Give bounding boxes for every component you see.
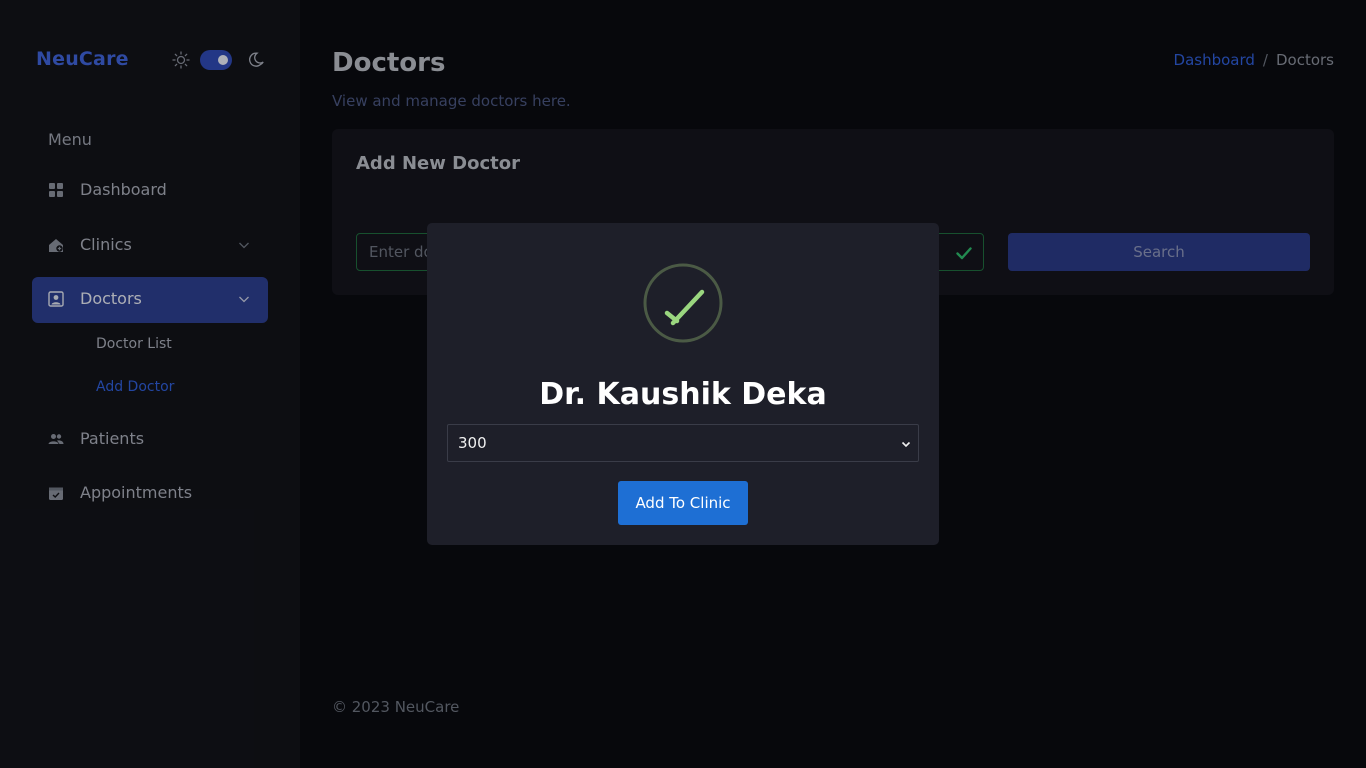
chevron-down-icon bbox=[901, 441, 911, 448]
add-to-clinic-modal: Dr. Kaushik Deka 300 Add To Clinic bbox=[427, 223, 939, 545]
clinic-select[interactable]: 300 bbox=[447, 424, 919, 462]
add-to-clinic-button[interactable]: Add To Clinic bbox=[618, 481, 748, 525]
check-circle-icon bbox=[643, 263, 723, 343]
doctor-name: Dr. Kaushik Deka bbox=[539, 377, 827, 412]
clinic-select-value: 300 bbox=[458, 434, 487, 452]
